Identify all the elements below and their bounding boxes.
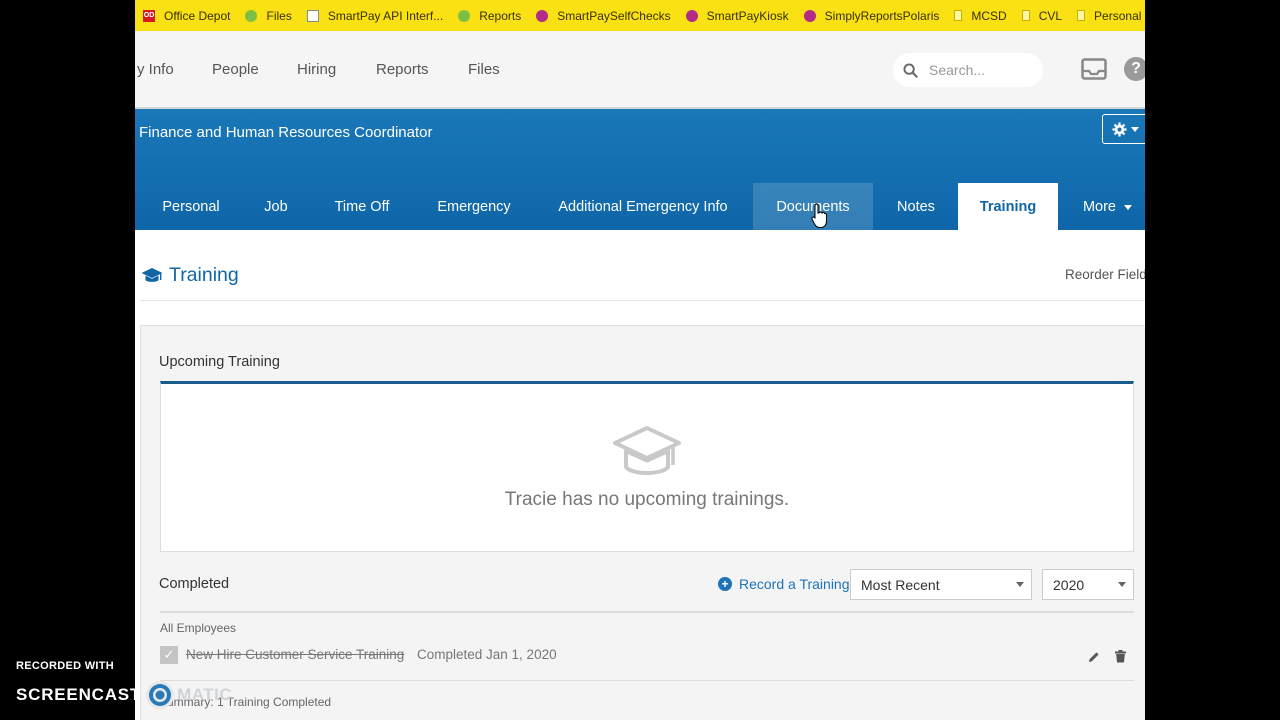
caret-down-icon — [1124, 204, 1133, 210]
graduation-cap-icon — [613, 426, 681, 475]
tab-time-off[interactable]: Time Off — [321, 183, 403, 230]
watermark-brand-left: SCREENCAST — [16, 685, 142, 704]
empty-state-message: Tracie has no upcoming trainings. — [504, 489, 790, 510]
purple-circle-icon — [685, 9, 698, 22]
bookmark-label: SmartPaySelfChecks — [557, 8, 671, 23]
bookmark-label: Reports — [479, 8, 522, 23]
top-nav: y Info People Hiring Reports Files Searc… — [135, 31, 1145, 109]
record-training-button[interactable]: + Record a Training — [718, 576, 850, 592]
bookmark-files[interactable]: Files — [245, 8, 292, 23]
tab-emergency[interactable]: Emergency — [423, 183, 525, 230]
gear-icon — [1112, 121, 1127, 137]
divider — [160, 680, 1134, 681]
tab-label: Time Off — [334, 199, 390, 215]
year-select[interactable]: 2020 — [1042, 569, 1134, 600]
section-heading: Training — [141, 264, 239, 287]
document-icon — [306, 9, 319, 22]
tab-label: Training — [979, 199, 1037, 215]
settings-dropdown-button[interactable] — [1102, 114, 1145, 144]
bookmark-smartpay-api[interactable]: SmartPay API Interf... — [306, 8, 444, 23]
tab-more[interactable]: More — [1070, 183, 1145, 230]
green-circle-icon — [458, 9, 471, 22]
tab-label: More — [1082, 199, 1116, 215]
caret-down-icon — [1016, 582, 1024, 587]
divider — [140, 300, 1145, 301]
search-input[interactable]: Search... — [893, 53, 1043, 87]
caret-down-icon — [1118, 582, 1126, 587]
tab-label: Emergency — [437, 199, 511, 215]
bookmarks-bar: OD Office Depot Files SmartPay API Inter… — [135, 0, 1145, 31]
bookmark-mcsd[interactable]: MCSD — [954, 8, 1007, 23]
year-select-value: 2020 — [1053, 576, 1085, 593]
section-title: Training — [169, 264, 239, 286]
nav-files[interactable]: Files — [468, 31, 500, 107]
bookmark-personal[interactable]: Personal — [1077, 9, 1141, 23]
bookmark-label: SmartPay API Interf... — [327, 8, 444, 23]
graduation-cap-icon — [141, 267, 163, 282]
green-circle-icon — [245, 9, 258, 22]
tab-notes[interactable]: Notes — [887, 183, 945, 230]
divider — [160, 611, 1134, 613]
tab-label: Notes — [897, 199, 935, 215]
tab-label: Job — [264, 199, 288, 215]
screencast-watermark: RECORDED WITH SCREENCAST MATIC — [16, 660, 232, 710]
nav-people[interactable]: People — [212, 31, 259, 107]
watermark-brand: SCREENCAST MATIC — [16, 680, 232, 710]
record-training-label: Record a Training — [739, 576, 850, 592]
completed-heading: Completed — [159, 576, 230, 592]
nav-hiring[interactable]: Hiring — [297, 31, 336, 107]
bookmark-cvl[interactable]: CVL — [1021, 8, 1063, 23]
upcoming-training-heading: Upcoming Training — [159, 354, 280, 370]
bookmark-simplyreports[interactable]: SimplyReportsPolaris — [803, 8, 940, 23]
tab-job[interactable]: Job — [251, 183, 301, 230]
bookmark-label: MCSD — [971, 8, 1007, 23]
bookmark-office-depot[interactable]: OD Office Depot — [143, 9, 230, 23]
trash-icon[interactable] — [1115, 650, 1126, 663]
search-icon — [903, 62, 918, 78]
bookmark-label: Office Depot — [164, 8, 231, 23]
purple-circle-icon — [536, 9, 549, 22]
tab-label: Personal — [162, 199, 220, 215]
purple-circle-icon — [803, 9, 816, 22]
watermark-brand-right: MATIC — [177, 685, 233, 704]
bookmark-label: SmartPayKiosk — [706, 8, 789, 23]
tab-personal[interactable]: Personal — [151, 183, 231, 230]
bookmark-label: Files — [266, 8, 292, 23]
training-group-label: All Employees — [160, 621, 237, 635]
caret-down-icon — [1131, 126, 1139, 132]
inbox-icon[interactable] — [1081, 58, 1107, 80]
training-completed-date: Completed Jan 1, 2020 — [417, 647, 557, 662]
bookmark-label: SimplyReportsPolaris — [824, 8, 940, 23]
employee-header: Finance and Human Resources Coordinator … — [135, 109, 1145, 230]
tab-training[interactable]: Training — [958, 183, 1058, 230]
screencast-logo-icon — [146, 681, 175, 709]
folder-icon — [1021, 10, 1030, 21]
pencil-icon[interactable] — [1088, 651, 1100, 663]
nav-reports[interactable]: Reports — [376, 31, 429, 107]
tab-additional-emergency-info[interactable]: Additional Emergency Info — [545, 183, 741, 230]
plus-circle-icon: + — [718, 577, 732, 591]
search-placeholder: Search... — [929, 62, 986, 78]
bookmark-label: CVL — [1038, 8, 1063, 23]
bookmark-reports[interactable]: Reports — [458, 9, 521, 23]
sort-select-value: Most Recent — [861, 576, 940, 593]
help-icon[interactable]: ? — [1124, 57, 1145, 81]
nav-my-info[interactable]: y Info — [137, 31, 174, 107]
tab-label: Additional Emergency Info — [558, 199, 728, 215]
reorder-fields-link[interactable]: Reorder Field — [1065, 267, 1145, 282]
job-title: Finance and Human Resources Coordinator — [139, 124, 433, 141]
folder-icon — [954, 10, 963, 21]
hand-cursor-icon — [811, 203, 827, 228]
watermark-recorded-label: RECORDED WITH — [16, 660, 115, 672]
office-depot-icon: OD — [143, 9, 155, 22]
bookmark-label: Personal — [1094, 8, 1142, 23]
app-window: OD Office Depot Files SmartPay API Inter… — [135, 0, 1145, 720]
sort-select[interactable]: Most Recent — [850, 569, 1032, 600]
folder-icon — [1077, 10, 1086, 21]
bookmark-smartpay-selfchecks[interactable]: SmartPaySelfChecks — [536, 8, 671, 23]
bookmark-smartpay-kiosk[interactable]: SmartPayKiosk — [685, 8, 789, 23]
